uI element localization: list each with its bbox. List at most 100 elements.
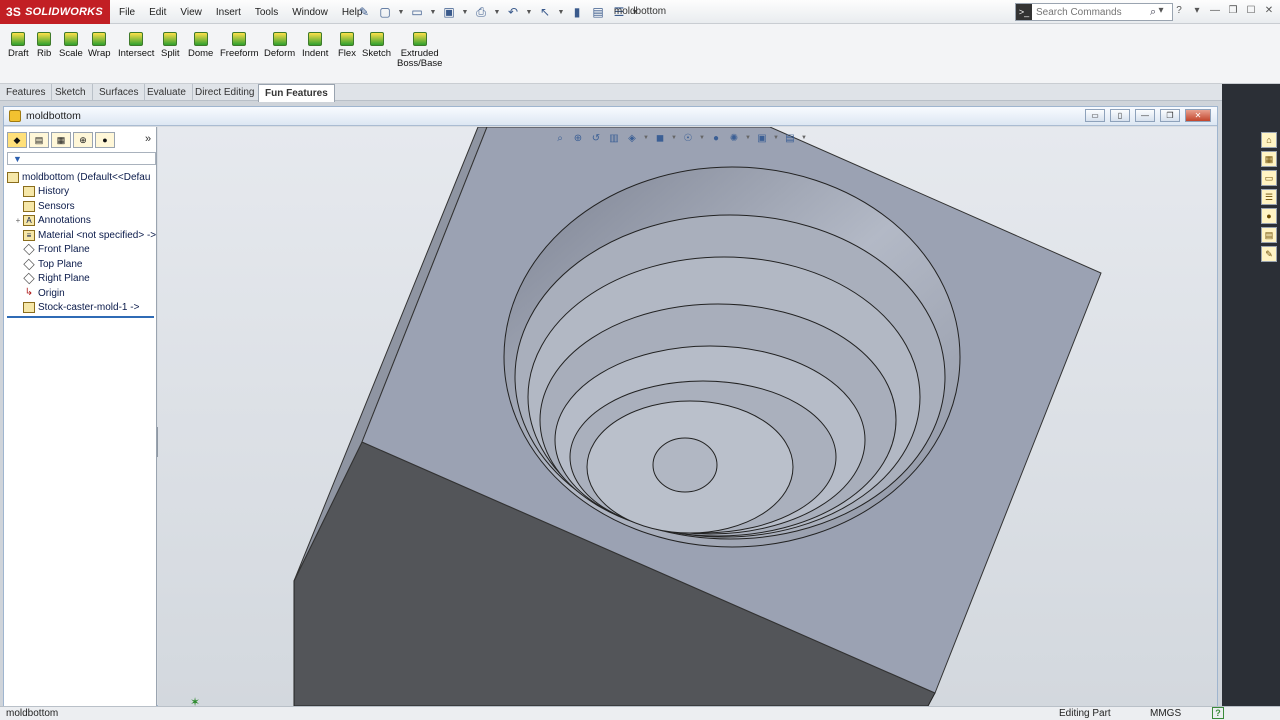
scale-button[interactable]: Scale [59, 32, 83, 59]
display-style-icon[interactable]: ◼ [653, 131, 667, 145]
maximize-icon[interactable]: ☐ [1244, 3, 1258, 17]
save-icon[interactable]: ▣ [440, 3, 458, 21]
display-manager-tab-icon[interactable]: ● [95, 132, 115, 148]
open-folder-icon[interactable]: ▭ [408, 3, 426, 21]
indent-button[interactable]: Indent [302, 32, 328, 59]
tile-horizontal-icon[interactable]: ▭ [1085, 109, 1105, 122]
menu-edit[interactable]: Edit [142, 7, 173, 18]
chevron-down-icon[interactable]: ▼ [397, 3, 405, 21]
unit-system-selector[interactable]: MMGS [1150, 708, 1181, 719]
tile-vertical-icon[interactable]: ▯ [1110, 109, 1130, 122]
tree-item-material[interactable]: ≡ Material <not specified> -> [4, 228, 157, 243]
view-palette-icon[interactable]: ☰ [1261, 189, 1277, 205]
split-button[interactable]: Split [161, 32, 179, 59]
print-icon[interactable]: ⎙ [472, 3, 490, 21]
forum-icon[interactable]: ✎ [1261, 246, 1277, 262]
display-pane-icon[interactable]: ▤ [783, 131, 797, 145]
chevron-down-icon[interactable]: ▼ [525, 3, 533, 21]
wrap-button[interactable]: Wrap [88, 32, 111, 59]
rollback-bar[interactable] [7, 316, 154, 318]
minimize-icon[interactable]: — [1208, 3, 1222, 17]
tree-item-front-plane[interactable]: Front Plane [4, 243, 157, 258]
file-properties-icon[interactable]: ▤ [589, 3, 607, 21]
tab-surfaces[interactable]: Surfaces [93, 84, 146, 101]
hide-show-items-icon[interactable]: ☉ [681, 131, 695, 145]
appearances-icon[interactable]: ● [1261, 208, 1277, 224]
expand-pane-icon[interactable]: » [145, 133, 151, 145]
close-icon[interactable]: ✕ [1262, 3, 1276, 17]
pin-icon[interactable]: ✎ [355, 3, 373, 21]
tab-evaluate[interactable]: Evaluate [141, 84, 193, 101]
tab-direct-editing[interactable]: Direct Editing [189, 84, 262, 101]
zoom-to-area-icon[interactable]: ⊕ [571, 131, 585, 145]
tree-root-part[interactable]: moldbottom (Default<<Defau [4, 170, 157, 185]
apply-scene-icon[interactable]: ✺ [727, 131, 741, 145]
dome-button[interactable]: Dome [188, 32, 213, 59]
close-icon[interactable]: ✕ [1185, 109, 1211, 122]
chevron-down-icon[interactable]: ▼ [773, 131, 779, 145]
configuration-manager-tab-icon[interactable]: ▦ [51, 132, 71, 148]
tree-item-stock-caster-mold[interactable]: Stock-caster-mold-1 -> [4, 301, 157, 316]
menu-tools[interactable]: Tools [248, 7, 285, 18]
chevron-down-icon[interactable]: ▼ [745, 131, 751, 145]
chevron-down-icon[interactable]: ▼ [557, 3, 565, 21]
expand-plus-icon[interactable]: + [13, 216, 23, 225]
dimxpert-tab-icon[interactable]: ⊕ [73, 132, 93, 148]
select-pointer-icon[interactable]: ↖ [536, 3, 554, 21]
menu-view[interactable]: View [173, 7, 209, 18]
chevron-down-icon[interactable]: ▾ [1190, 3, 1204, 17]
feature-manager-tab-icon[interactable]: ◆ [7, 132, 27, 148]
chevron-down-icon[interactable]: ▼ [699, 131, 705, 145]
freeform-button[interactable]: Freeform [220, 32, 259, 59]
deform-button[interactable]: Deform [264, 32, 295, 59]
menu-file[interactable]: File [112, 7, 142, 18]
view-settings-icon[interactable]: ▣ [755, 131, 769, 145]
graphics-area[interactable]: ⌕ ⊕ ↺ ▥ ◈ ▼ ◼ ▼ ☉ ▼ ● ✺ ▼ ▣ ▼ ▤ ▼ ✶ [158, 127, 1217, 706]
chevron-down-icon[interactable]: ▼ [461, 3, 469, 21]
restore-icon[interactable]: ❐ [1160, 109, 1180, 122]
draft-button[interactable]: Draft [8, 32, 29, 59]
chevron-down-icon[interactable]: ▼ [671, 131, 677, 145]
property-manager-tab-icon[interactable]: ▤ [29, 132, 49, 148]
rib-button[interactable]: Rib [37, 32, 51, 59]
tab-sketch[interactable]: Sketch [49, 84, 93, 101]
zoom-to-fit-icon[interactable]: ⌕ [553, 131, 567, 145]
tab-fun-features[interactable]: Fun Features [258, 84, 335, 102]
solidworks-resources-icon[interactable]: ⌂ [1261, 132, 1277, 148]
new-document-icon[interactable]: ▢ [376, 3, 394, 21]
tree-item-top-plane[interactable]: Top Plane [4, 257, 157, 272]
custom-properties-icon[interactable]: ▤ [1261, 227, 1277, 243]
tree-item-annotations[interactable]: + A Annotations [4, 214, 157, 229]
design-library-icon[interactable]: ▦ [1261, 151, 1277, 167]
edit-appearance-icon[interactable]: ● [709, 131, 723, 145]
tab-features[interactable]: Features [0, 84, 53, 101]
sketch-button[interactable]: Sketch [362, 32, 391, 59]
tree-filter-field[interactable]: ▼ [7, 152, 156, 165]
intersect-button[interactable]: Intersect [118, 32, 154, 59]
menu-insert[interactable]: Insert [209, 7, 248, 18]
flex-button[interactable]: Flex [338, 32, 356, 59]
minimize-icon[interactable]: — [1135, 109, 1155, 122]
menu-window[interactable]: Window [285, 7, 335, 18]
chevron-down-icon[interactable]: ▼ [631, 3, 639, 21]
tree-item-origin[interactable]: ↳ Origin [4, 286, 157, 301]
undo-icon[interactable]: ↶ [504, 3, 522, 21]
solidworks-logo[interactable]: 3S SOLIDWORKS [0, 0, 110, 24]
help-icon[interactable]: ? [1172, 3, 1186, 17]
extruded-boss-button[interactable]: Extruded Boss/Base [397, 32, 442, 69]
chevron-down-icon[interactable]: ▼ [643, 131, 649, 145]
view-orientation-icon[interactable]: ◈ [625, 131, 639, 145]
quick-tips-help-icon[interactable]: ? [1212, 707, 1224, 719]
tree-item-sensors[interactable]: Sensors [4, 199, 157, 214]
file-explorer-icon[interactable]: ▭ [1261, 170, 1277, 186]
rebuild-icon[interactable]: ▮ [568, 3, 586, 21]
options-icon[interactable]: ☰ [610, 3, 628, 21]
chevron-down-icon[interactable]: ▼ [801, 131, 807, 145]
tree-item-right-plane[interactable]: Right Plane [4, 272, 157, 287]
search-commands-box[interactable]: >_ ⌕ [1015, 3, 1173, 21]
chevron-down-icon[interactable]: ▼ [429, 3, 437, 21]
chevron-down-icon[interactable]: ▼ [493, 3, 501, 21]
section-view-icon[interactable]: ▥ [607, 131, 621, 145]
restore-icon[interactable]: ❐ [1226, 3, 1240, 17]
tree-item-history[interactable]: History [4, 185, 157, 200]
